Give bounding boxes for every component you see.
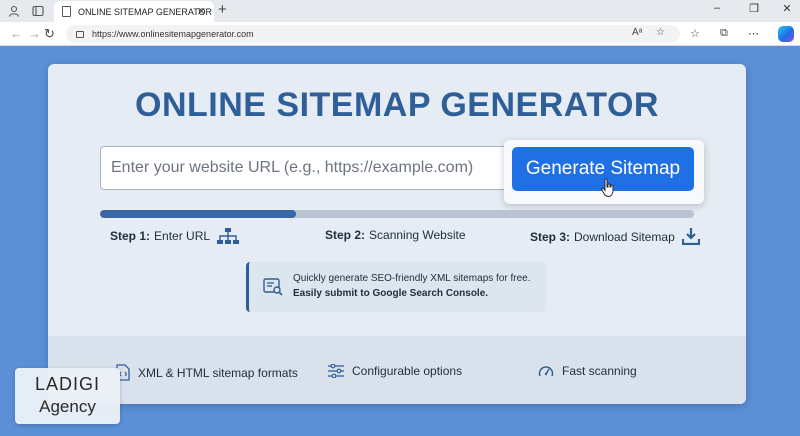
ladigi-agency-logo: LADIGI Agency (15, 368, 120, 424)
speedometer-icon (538, 366, 554, 377)
feature-scanning: Fast scanning (538, 364, 637, 378)
logo-line-1: LADIGI (34, 374, 101, 394)
address-bar: ← → ↻ https://www.onlinesitemapgenerator… (0, 22, 800, 46)
url-text: https://www.onlinesitemapgenerator.com (92, 29, 254, 39)
info-box: Quickly generate SEO-friendly XML sitema… (246, 262, 546, 312)
step-1: Step 1: Enter URL (110, 228, 240, 244)
sliders-icon (328, 364, 344, 378)
step-1-label: Enter URL (154, 229, 211, 243)
feature-scanning-label: Fast scanning (562, 364, 637, 378)
search-console-icon (263, 278, 283, 296)
progress-fill (100, 210, 297, 218)
step-2-number: Step 2: (325, 228, 366, 242)
refresh-icon[interactable]: ↻ (44, 26, 55, 42)
logo-line-2: Agency (39, 397, 96, 416)
favorites-icon[interactable]: ☆ (690, 27, 700, 40)
info-line-1: Quickly generate SEO-friendly XML sitema… (293, 273, 531, 284)
doc-icon (62, 6, 71, 17)
url-field[interactable]: https://www.onlinesitemapgenerator.com A… (66, 25, 680, 43)
feature-formats-label: XML & HTML sitemap formats (138, 365, 298, 380)
tabs-icon[interactable] (30, 3, 46, 19)
generator-card: ONLINE SITEMAP GENERATOR Generate Sitema… (48, 64, 746, 404)
browser-tab[interactable]: ONLINE SITEMAP GENERATOR ✕ (54, 1, 214, 22)
more-icon[interactable]: ⋯ (748, 27, 759, 40)
maximize-icon[interactable]: ❐ (745, 2, 763, 15)
profile-icon[interactable] (6, 3, 22, 19)
minimize-icon[interactable]: – (708, 2, 726, 14)
step-2-label: Scanning Website (369, 228, 466, 242)
info-line-2: Easily submit to Google Search Console. (293, 288, 489, 299)
forward-icon[interactable]: → (28, 26, 41, 41)
back-icon[interactable]: ← (10, 26, 23, 41)
step-1-number: Step 1: (110, 229, 151, 243)
sitemap-icon (217, 228, 240, 244)
browser-tab-bar: ONLINE SITEMAP GENERATOR ✕ + – ❐ ✕ (0, 0, 800, 22)
feature-options-label: Configurable options (352, 364, 463, 378)
feature-options: Configurable options (328, 364, 462, 378)
window-close-icon[interactable]: ✕ (778, 2, 796, 15)
copilot-icon[interactable] (778, 26, 794, 42)
hand-cursor-icon (601, 178, 614, 197)
lock-icon (76, 30, 84, 38)
step-3: Step 3: Download Sitemap (530, 228, 700, 245)
new-tab-icon[interactable]: + (218, 1, 227, 18)
close-icon[interactable]: ✕ (197, 5, 206, 18)
feature-formats: XML & HTML sitemap formats (116, 364, 298, 381)
step-3-number: Step 3: (530, 229, 571, 244)
features-footer: XML & HTML sitemap formats Configurable … (48, 336, 746, 404)
read-aloud-icon[interactable]: Aᵃ (632, 27, 642, 38)
page-title: ONLINE SITEMAP GENERATOR (135, 86, 659, 124)
step-3-label: Download Sitemap (574, 229, 675, 244)
website-url-input[interactable] (100, 146, 510, 190)
favorite-icon[interactable]: ☆ (656, 27, 665, 38)
tab-title: ONLINE SITEMAP GENERATOR (78, 6, 213, 17)
collections-icon[interactable]: ⧉ (720, 27, 728, 40)
download-icon (681, 228, 700, 245)
step-2: Step 2: Scanning Website (325, 228, 466, 242)
progress-bar (100, 210, 694, 218)
